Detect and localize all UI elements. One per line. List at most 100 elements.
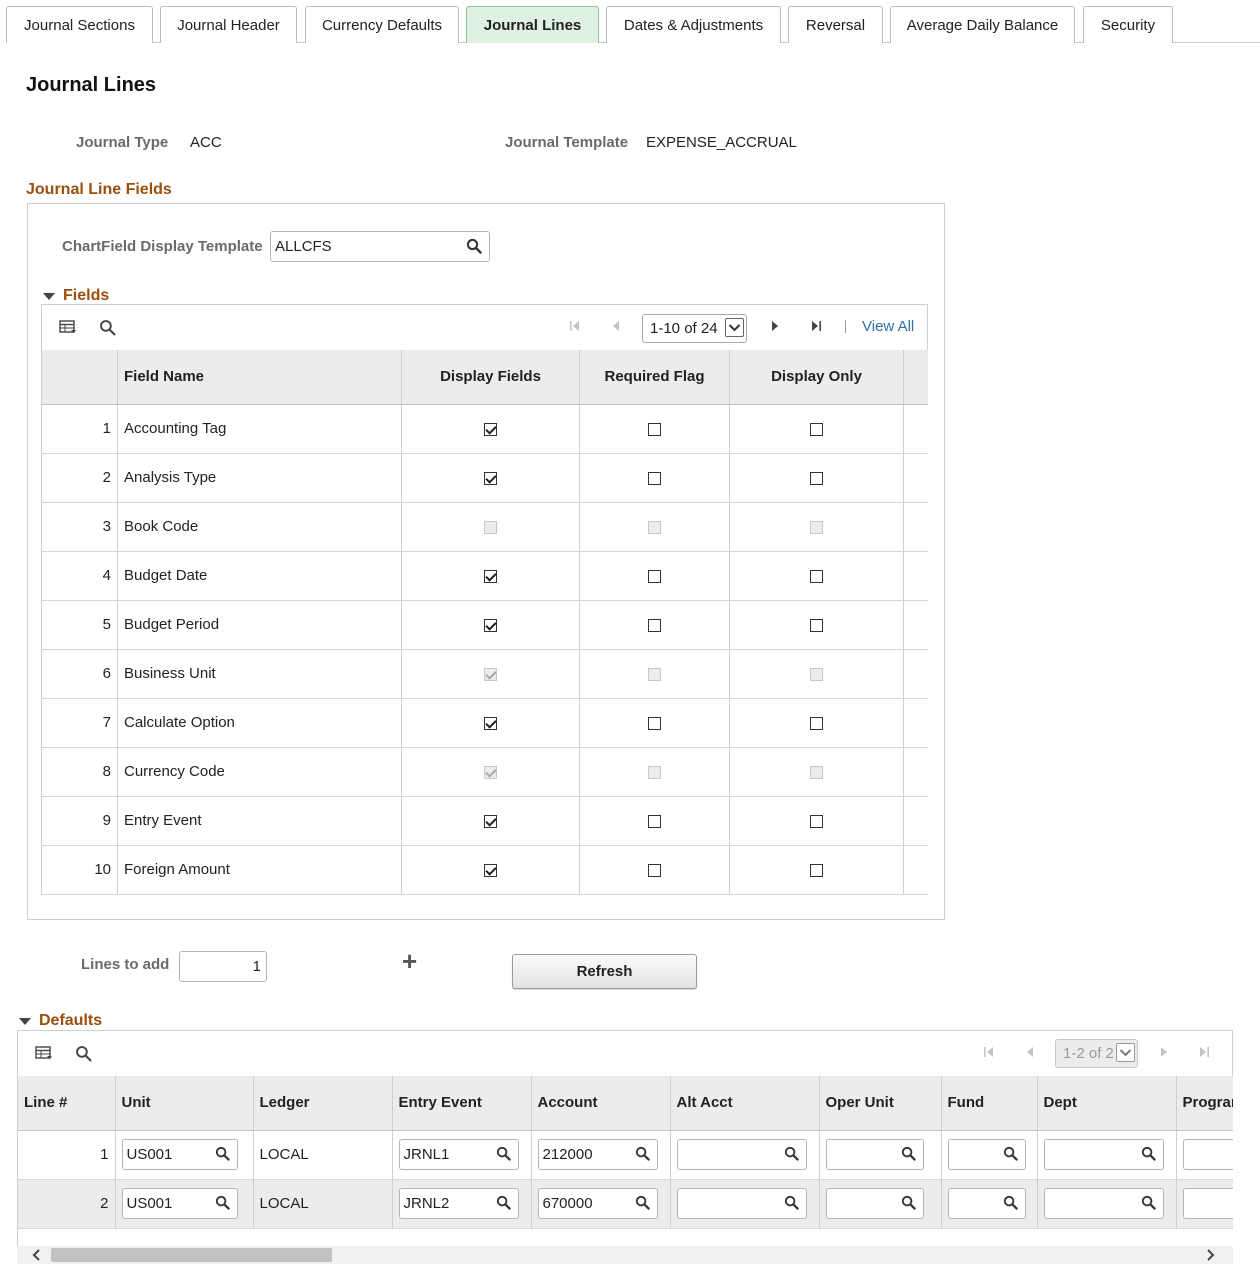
display-only-checkbox[interactable] [810, 569, 823, 583]
next-page-icon[interactable] [768, 319, 782, 333]
required-flag-checkbox[interactable] [648, 814, 661, 828]
personalize-grid-icon[interactable] [59, 319, 77, 335]
unit-input[interactable]: US001 [121, 1188, 238, 1219]
tab-currency-defaults[interactable]: Currency Defaults [305, 6, 459, 43]
spacer-header [903, 350, 928, 405]
tab-security[interactable]: Security [1083, 6, 1173, 43]
display-only-checkbox[interactable] [810, 618, 823, 632]
search-icon[interactable] [901, 1195, 916, 1210]
fund-input[interactable] [947, 1188, 1026, 1219]
first-page-icon[interactable] [982, 1045, 996, 1059]
fund-input[interactable] [947, 1139, 1026, 1170]
table-row: 2 US001 LOCAL JRNL2 670000 [18, 1179, 1233, 1229]
required-flag-checkbox[interactable] [648, 863, 661, 877]
display-fields-checkbox[interactable] [484, 863, 497, 877]
row-number: 2 [41, 453, 118, 503]
display-only-checkbox[interactable] [810, 471, 823, 485]
search-icon[interactable] [901, 1146, 916, 1161]
oper-unit-input[interactable] [825, 1188, 924, 1219]
first-page-icon[interactable] [568, 319, 582, 333]
search-icon[interactable] [635, 1195, 650, 1210]
required-flag-checkbox[interactable] [648, 618, 661, 632]
tab-dates-adjustments[interactable]: Dates & Adjustments [606, 6, 781, 43]
search-icon[interactable] [1003, 1146, 1018, 1161]
defaults-collapse-toggle[interactable]: Defaults [19, 1012, 102, 1030]
last-page-icon[interactable] [1197, 1045, 1211, 1059]
last-page-icon[interactable] [809, 319, 823, 333]
required-flag-checkbox[interactable] [648, 716, 661, 730]
table-row: 5 Budget Period [41, 600, 928, 650]
search-icon[interactable] [784, 1146, 799, 1161]
search-icon[interactable] [215, 1195, 230, 1210]
search-icon[interactable] [635, 1146, 650, 1161]
display-fields-checkbox[interactable] [484, 618, 497, 632]
required-flag-cell [579, 747, 730, 797]
entry-event-input[interactable]: JRNL2 [398, 1188, 519, 1219]
defaults-horizontal-scrollbar[interactable] [17, 1246, 1233, 1264]
required-flag-checkbox[interactable] [648, 422, 661, 436]
display-fields-checkbox[interactable] [484, 471, 497, 485]
required-flag-checkbox[interactable] [648, 569, 661, 583]
program-header: Program [1176, 1076, 1233, 1131]
search-icon[interactable] [466, 238, 482, 254]
display-only-checkbox[interactable] [810, 863, 823, 877]
alt-acct-input[interactable] [676, 1188, 807, 1219]
display-only-checkbox[interactable] [810, 422, 823, 436]
dept-input[interactable] [1043, 1139, 1164, 1170]
add-lines-plus-icon[interactable]: + [402, 946, 417, 976]
tab-journal-lines[interactable]: Journal Lines [466, 6, 599, 43]
tab-journal-header[interactable]: Journal Header [160, 6, 297, 43]
display-only-checkbox[interactable] [810, 716, 823, 730]
display-fields-checkbox[interactable] [484, 716, 497, 730]
entry-event-input[interactable]: JRNL1 [398, 1139, 519, 1170]
search-icon[interactable] [1141, 1146, 1156, 1161]
tab-average-daily-balance[interactable]: Average Daily Balance [890, 6, 1075, 43]
account-input[interactable]: 212000 [537, 1139, 658, 1170]
fund-cell [941, 1179, 1038, 1229]
refresh-button[interactable]: Refresh [512, 954, 697, 989]
account-input[interactable]: 670000 [537, 1188, 658, 1219]
search-icon[interactable] [496, 1146, 511, 1161]
program-input[interactable] [1182, 1188, 1233, 1219]
display-fields-checkbox[interactable] [484, 814, 497, 828]
previous-page-icon[interactable] [1023, 1045, 1037, 1059]
fields-collapse-toggle[interactable]: Fields [43, 287, 109, 305]
fields-pager-dropdown[interactable]: 1-10 of 24 [642, 314, 747, 343]
search-icon[interactable] [496, 1195, 511, 1210]
display-fields-checkbox[interactable] [484, 422, 497, 436]
oper-unit-input[interactable] [825, 1139, 924, 1170]
find-icon[interactable] [75, 1045, 92, 1062]
scroll-left-icon[interactable] [31, 1249, 43, 1261]
previous-page-icon[interactable] [609, 319, 623, 333]
personalize-grid-icon[interactable] [35, 1045, 53, 1061]
display-fields-checkbox[interactable] [484, 569, 497, 583]
view-all-link[interactable]: View All [862, 318, 914, 335]
display-only-cell [729, 600, 904, 650]
search-icon[interactable] [1141, 1195, 1156, 1210]
display-only-checkbox [810, 520, 823, 534]
dept-input[interactable] [1043, 1188, 1164, 1219]
search-icon[interactable] [1003, 1195, 1018, 1210]
alt-acct-input[interactable] [676, 1139, 807, 1170]
required-flag-cell [579, 649, 730, 699]
required-flag-checkbox[interactable] [648, 471, 661, 485]
search-icon[interactable] [215, 1146, 230, 1161]
ledger-cell: LOCAL [253, 1179, 393, 1229]
display-fields-cell [401, 747, 580, 797]
scroll-right-icon[interactable] [1204, 1249, 1216, 1261]
tab-reversal[interactable]: Reversal [788, 6, 883, 43]
defaults-pager-dropdown[interactable]: 1-2 of 2 [1055, 1039, 1138, 1068]
tab-journal-sections[interactable]: Journal Sections [6, 6, 153, 43]
row-number: 6 [41, 649, 118, 699]
program-input[interactable] [1182, 1139, 1233, 1170]
scrollbar-thumb[interactable] [51, 1248, 332, 1262]
display-only-cell [729, 796, 904, 846]
chartfield-template-input[interactable]: ALLCFS [270, 231, 490, 262]
search-icon[interactable] [784, 1195, 799, 1210]
unit-input[interactable]: US001 [121, 1139, 238, 1170]
display-only-checkbox[interactable] [810, 814, 823, 828]
lines-to-add-input[interactable]: 1 [179, 951, 267, 982]
account-cell: 212000 [531, 1130, 671, 1180]
next-page-icon[interactable] [1157, 1045, 1171, 1059]
find-icon[interactable] [99, 319, 116, 336]
